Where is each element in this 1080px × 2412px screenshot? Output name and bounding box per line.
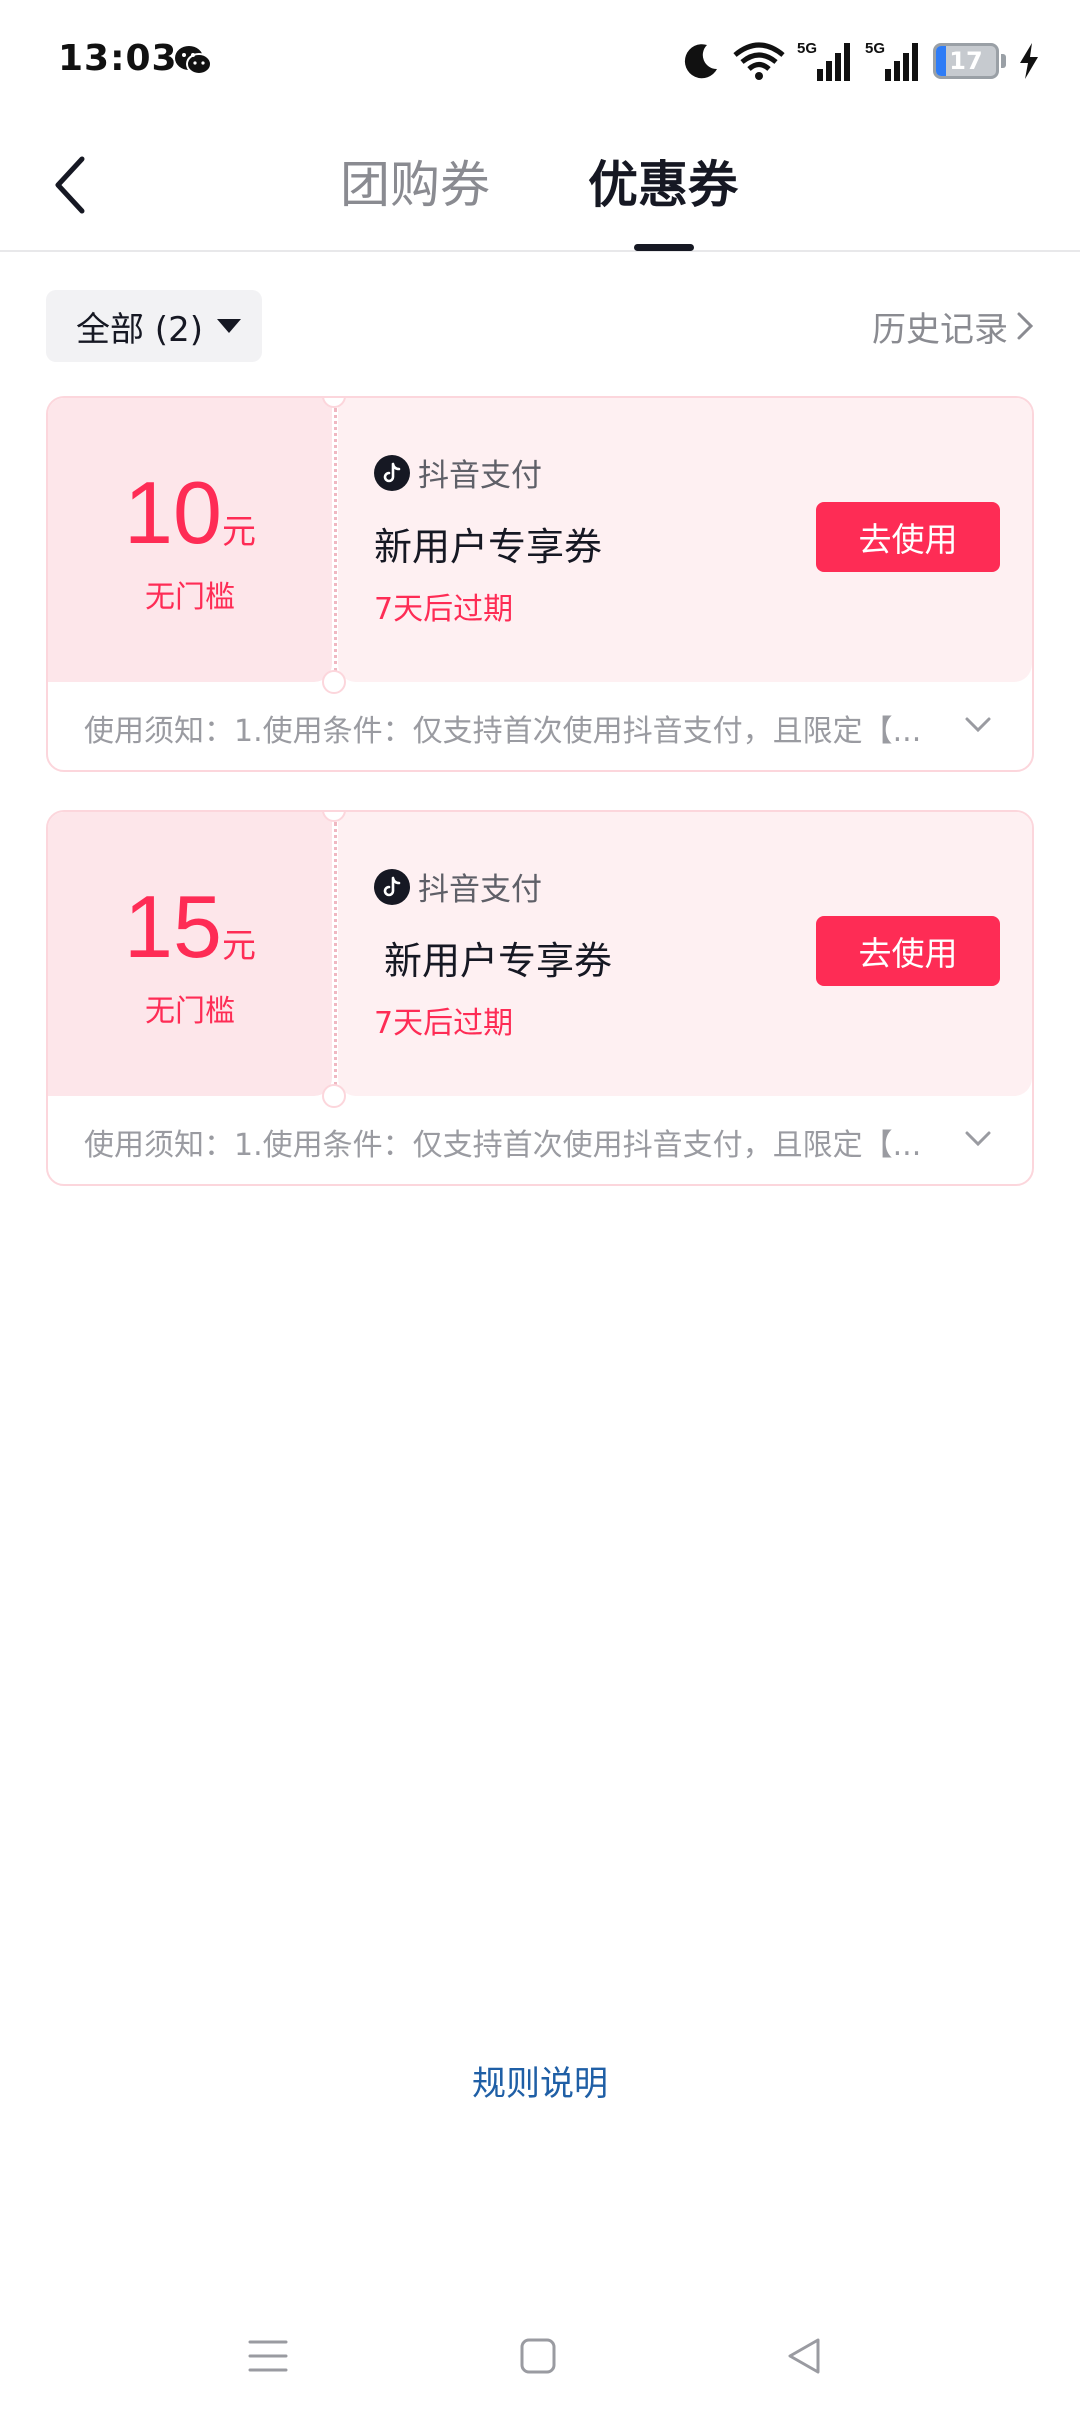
menu-button[interactable] xyxy=(238,2326,298,2386)
brand-label: 抖音支付 xyxy=(418,458,542,494)
perforation-line xyxy=(334,822,337,1086)
history-link[interactable]: 历史记录 xyxy=(872,296,1034,356)
wechat-icon xyxy=(175,46,212,75)
menu-icon xyxy=(248,2340,288,2372)
status-icons: 5G 5G 17 xyxy=(681,36,1040,86)
moon-icon xyxy=(684,44,717,79)
status-bar: 13:03 5G 5G 17 xyxy=(0,0,1080,120)
tab-coupon[interactable]: 优惠券 xyxy=(588,150,738,220)
use-coupon-button[interactable]: 去使用 xyxy=(816,502,1000,572)
chevron-down-icon[interactable] xyxy=(964,716,992,734)
signal-icon-2: 5G xyxy=(865,40,918,81)
system-nav-bar xyxy=(0,2300,1080,2412)
square-icon xyxy=(520,2338,556,2374)
amount-value: 10 xyxy=(124,463,222,562)
coupon-title: 新用户专享券 xyxy=(374,525,603,569)
coupon-notice[interactable]: 使用须知：1.使用条件：仅支持首次使用抖音支付，且限定【... xyxy=(48,682,1032,770)
coupon-threshold: 无门槛 xyxy=(145,994,235,1029)
coupon-brand: 抖音支付 xyxy=(374,864,542,909)
tab-indicator xyxy=(634,244,694,251)
coupon-expiry: 7天后过期 xyxy=(374,1006,514,1041)
coupon-brand: 抖音支付 xyxy=(374,450,542,495)
coupon-card: 15元 无门槛 抖音支付 新用户专享券 7天后过期 去使用 使用须知：1.使用条… xyxy=(46,810,1034,1186)
amount-unit: 元 xyxy=(221,512,256,552)
coupon-amount: 15元 xyxy=(48,882,332,972)
notice-text: 使用须知：1.使用条件：仅支持首次使用抖音支付，且限定【... xyxy=(84,1128,922,1163)
brand-label: 抖音支付 xyxy=(418,872,542,908)
coupon-body: 10元 无门槛 抖音支付 新用户专享券 7天后过期 去使用 xyxy=(48,398,1032,694)
rules-link[interactable]: 规则说明 xyxy=(0,2056,1080,2105)
battery-cap xyxy=(1001,54,1006,68)
home-button[interactable] xyxy=(508,2326,568,2386)
caret-down-icon xyxy=(216,319,241,333)
svg-text:5G: 5G xyxy=(797,40,817,57)
coupon-card: 10元 无门槛 抖音支付 新用户专享券 7天后过期 去使用 使用须知：1.使用条… xyxy=(46,396,1034,772)
charging-icon xyxy=(1020,43,1038,79)
notice-text: 使用须知：1.使用条件：仅支持首次使用抖音支付，且限定【... xyxy=(84,714,922,749)
amount-unit: 元 xyxy=(221,926,256,966)
battery-icon: 17 xyxy=(933,43,999,79)
coupon-expiry: 7天后过期 xyxy=(374,592,514,627)
history-label: 历史记录 xyxy=(872,309,1008,350)
coupon-body: 15元 无门槛 抖音支付 新用户专享券 7天后过期 去使用 xyxy=(48,812,1032,1108)
header: 团购券 优惠券 xyxy=(0,120,1080,252)
use-coupon-button[interactable]: 去使用 xyxy=(816,916,1000,986)
douyin-icon xyxy=(374,868,410,905)
perforation-line xyxy=(334,408,337,672)
chevron-right-icon xyxy=(1017,312,1034,340)
coupon-notice[interactable]: 使用须知：1.使用条件：仅支持首次使用抖音支付，且限定【... xyxy=(48,1096,1032,1184)
back-nav-button[interactable] xyxy=(774,2326,834,2386)
battery-level: 17 xyxy=(949,47,983,75)
filter-label: 全部 (2) xyxy=(76,309,203,350)
coupon-title: 新用户专享券 xyxy=(384,939,613,983)
wifi-icon xyxy=(733,42,785,80)
chevron-left-icon xyxy=(55,156,85,214)
filter-dropdown[interactable]: 全部 (2) xyxy=(46,290,262,362)
svg-text:5G: 5G xyxy=(865,40,885,57)
tab-group-buy[interactable]: 团购券 xyxy=(340,150,490,220)
coupon-threshold: 无门槛 xyxy=(145,580,235,615)
amount-value: 15 xyxy=(124,877,222,976)
douyin-icon xyxy=(374,454,410,491)
signal-icon: 5G xyxy=(797,40,850,81)
chevron-down-icon[interactable] xyxy=(964,1130,992,1148)
back-button[interactable] xyxy=(40,150,100,220)
coupon-amount: 10元 xyxy=(48,468,332,558)
status-time: 13:03 xyxy=(58,38,178,79)
triangle-back-icon xyxy=(788,2338,820,2374)
